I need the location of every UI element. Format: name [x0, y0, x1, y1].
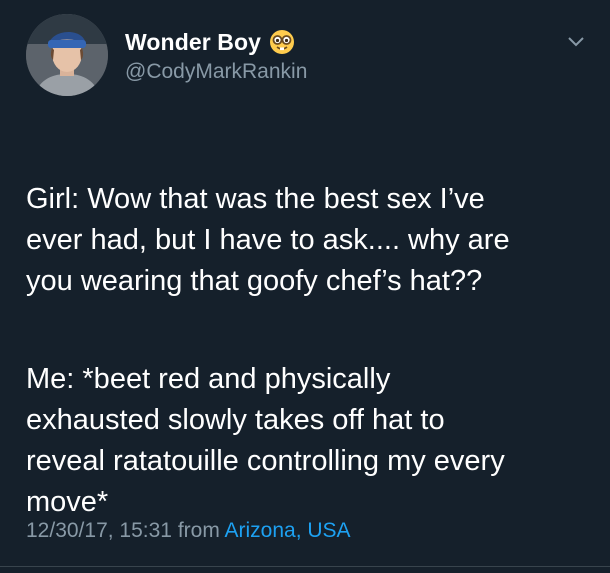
user-handle[interactable]: @CodyMarkRankin	[125, 60, 307, 84]
nerd-face-emoji-icon	[269, 29, 295, 55]
tweet-metadata: 12/30/17, 15:31 from Arizona, USA	[26, 519, 351, 543]
location-link[interactable]: Arizona, USA	[225, 519, 351, 542]
tweet-card: Wonder Boy @CodyMarkRankin Girl: Wow tha…	[0, 0, 610, 573]
tweet-paragraph-1: Girl: Wow that was the best sex I’ve eve…	[26, 183, 510, 297]
from-label: from	[177, 519, 220, 542]
avatar[interactable]	[26, 14, 108, 96]
chevron-down-icon[interactable]	[566, 34, 586, 48]
user-name-row[interactable]: Wonder Boy	[125, 28, 295, 56]
divider	[0, 566, 610, 567]
timestamp[interactable]: 12/30/17, 15:31	[26, 519, 172, 542]
tweet-text: Girl: Wow that was the best sex I’ve eve…	[26, 138, 596, 564]
display-name[interactable]: Wonder Boy	[125, 29, 261, 56]
tweet-paragraph-2: Me: *beet red and physically exhausted s…	[26, 363, 505, 518]
